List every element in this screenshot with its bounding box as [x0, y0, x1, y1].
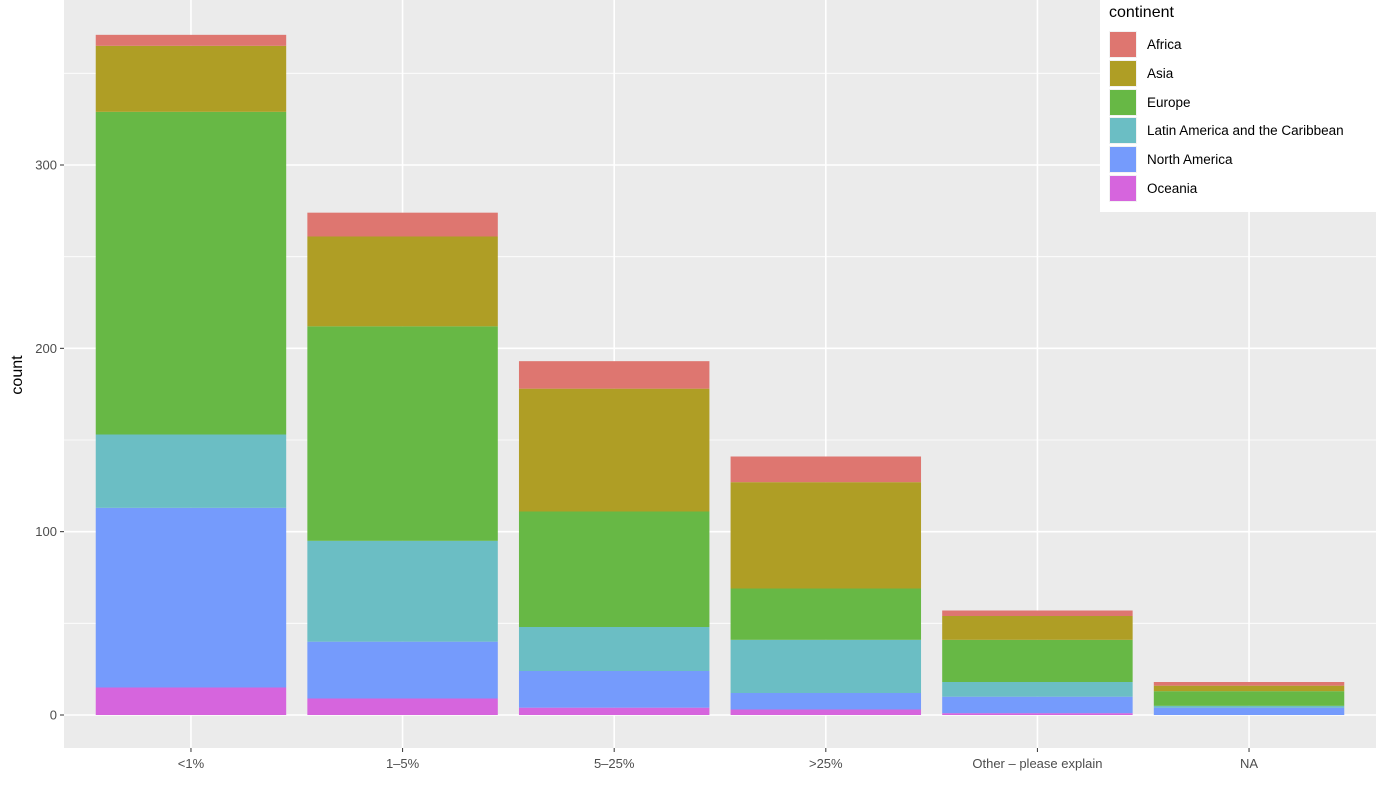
bar-segment-asia — [730, 482, 922, 589]
bar-stack — [1153, 682, 1345, 715]
legend-label: Latin America and the Caribbean — [1147, 123, 1344, 139]
x-tick-label: NA — [1240, 756, 1258, 771]
bar-segment-asia — [518, 388, 710, 512]
y-axis-title: count — [9, 355, 26, 395]
bar-segment-oceania — [307, 698, 498, 715]
legend-key-swatch — [1109, 59, 1137, 87]
bar-segment-europe — [942, 639, 1133, 682]
legend-item: Europe — [1109, 88, 1374, 117]
legend-label: Europe — [1147, 94, 1191, 110]
legend-item: Asia — [1109, 59, 1374, 88]
x-tick-label: 5–25% — [594, 756, 635, 771]
y-tick-label: 0 — [50, 708, 57, 723]
bar-segment-asia — [942, 616, 1133, 640]
bar-segment-north-america — [942, 696, 1133, 714]
bar-segment-europe — [518, 511, 710, 627]
bar-segment-asia — [95, 45, 287, 112]
bar-segment-africa — [307, 212, 498, 237]
bar-segment-asia — [307, 236, 498, 327]
x-axis: <1% 1–5% 5–25% >25% Other – please explain NA — [178, 748, 1258, 771]
legend-label: Asia — [1147, 65, 1174, 81]
legend-item: North America — [1109, 145, 1374, 174]
bar-segment-north-america — [730, 693, 922, 710]
legend-key-swatch — [1109, 117, 1137, 145]
x-tick-label: 1–5% — [386, 756, 420, 771]
x-tick-label: >25% — [809, 756, 843, 771]
y-axis: 0 100 200 300 — [35, 158, 64, 723]
legend-key-swatch — [1109, 88, 1137, 116]
bar-segment-africa — [1153, 682, 1345, 686]
bar-segment-latin-america-and-the-caribbean — [95, 434, 287, 508]
bar-segment-oceania — [95, 687, 287, 715]
bar-stack — [942, 610, 1133, 715]
bar-segment-latin-america-and-the-caribbean — [730, 639, 922, 693]
bar-segment-north-america — [1153, 707, 1345, 715]
bar-segment-latin-america-and-the-caribbean — [942, 682, 1133, 697]
legend: continent Africa Asia Europe Latin America … — [1100, 0, 1378, 212]
bar-stack — [95, 34, 287, 715]
y-tick-label: 200 — [35, 341, 57, 356]
bar-segment-africa — [95, 34, 287, 46]
bar-segment-europe — [95, 111, 287, 435]
legend-key-swatch — [1109, 31, 1137, 58]
bar-segment-north-america — [518, 671, 710, 708]
bar-stack — [730, 456, 922, 715]
x-tick-label: Other – please explain — [972, 756, 1102, 771]
bar-segment-asia — [1153, 685, 1345, 692]
bar-segment-oceania — [518, 707, 710, 715]
bar-segment-latin-america-and-the-caribbean — [518, 627, 710, 671]
legend-key-swatch — [1109, 175, 1137, 202]
legend-item: Latin America and the Caribbean — [1109, 116, 1374, 145]
bar-segment-latin-america-and-the-caribbean — [1153, 705, 1345, 708]
bar-segment-north-america — [95, 507, 287, 688]
bar-segment-oceania — [942, 713, 1133, 715]
bar-segment-europe — [1153, 691, 1345, 706]
bar-segment-europe — [730, 588, 922, 640]
bar-segment-north-america — [307, 641, 498, 699]
legend-key-swatch — [1109, 146, 1137, 174]
bar-segment-latin-america-and-the-caribbean — [307, 540, 498, 642]
legend-item: Oceania — [1109, 174, 1374, 203]
legend-label: Africa — [1147, 37, 1182, 52]
bar-stack — [518, 361, 710, 715]
x-tick-label: <1% — [178, 756, 205, 771]
legend-item: Africa — [1109, 30, 1374, 59]
bar-segment-europe — [307, 326, 498, 541]
bar-segment-africa — [518, 361, 710, 389]
bar-segment-africa — [942, 610, 1133, 616]
y-tick-label: 100 — [35, 524, 57, 539]
legend-label: North America — [1147, 152, 1233, 168]
bar-segment-oceania — [730, 709, 922, 715]
legend-title: continent — [1109, 4, 1174, 21]
legend-label: Oceania — [1147, 181, 1198, 196]
bar-stack — [307, 212, 498, 715]
y-tick-label: 300 — [35, 158, 57, 173]
bar-segment-africa — [730, 456, 922, 483]
